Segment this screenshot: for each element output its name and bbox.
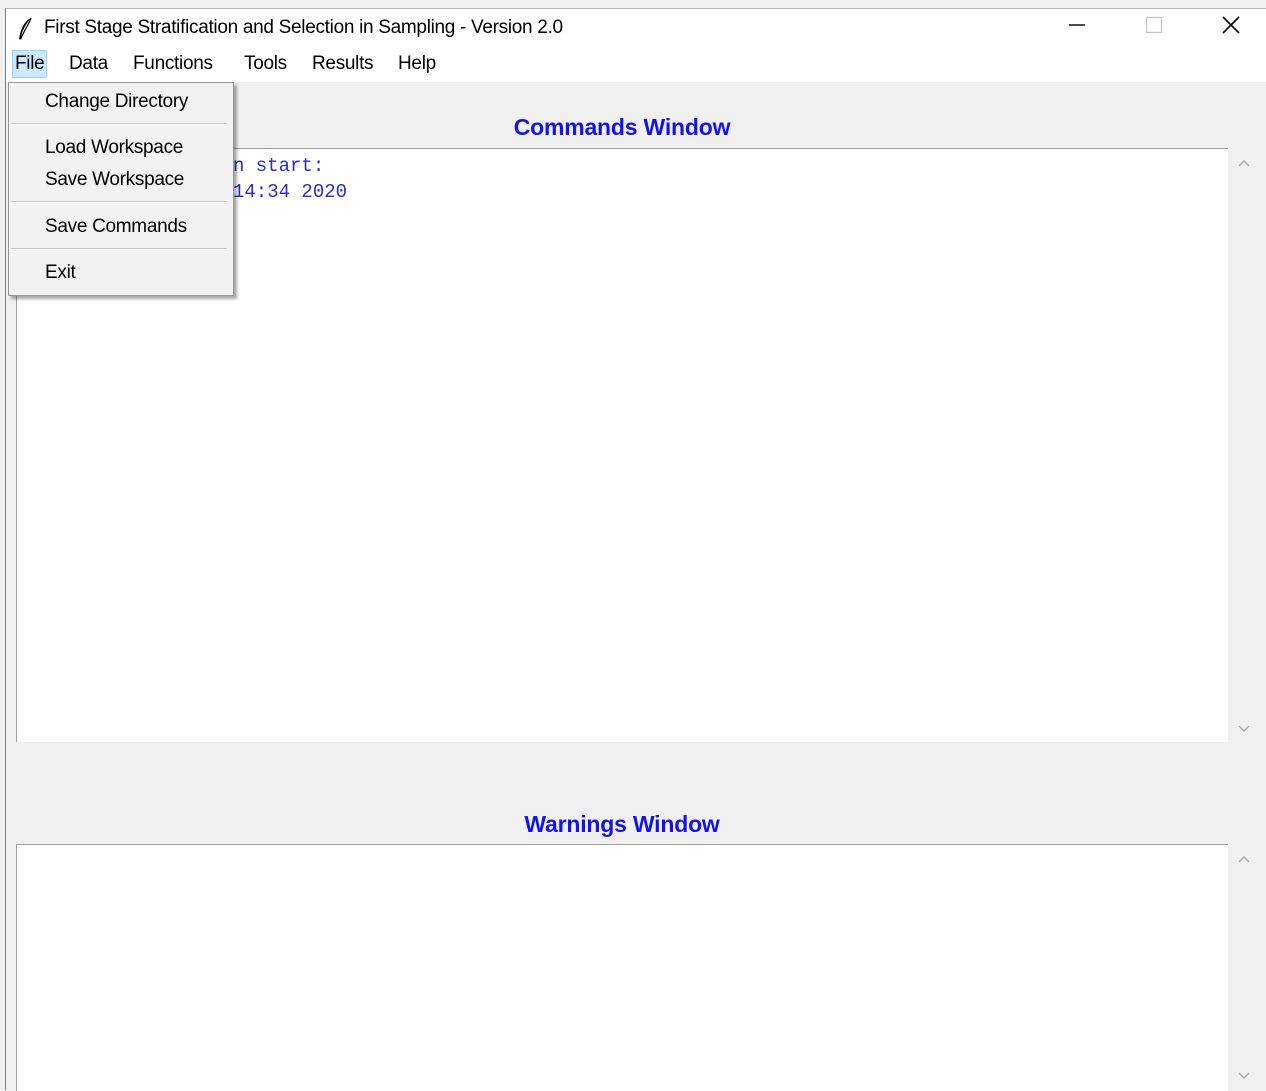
- menu-results[interactable]: Results: [310, 51, 375, 77]
- close-icon: [1221, 15, 1241, 40]
- maximize-button[interactable]: [1119, 8, 1189, 46]
- commands-scroll-down[interactable]: [1234, 720, 1254, 740]
- feather-icon: [16, 17, 34, 40]
- window-title: First Stage Stratification and Selection…: [44, 17, 563, 38]
- commands-window-title: Commands Window: [513, 114, 731, 140]
- menu-separator: [11, 248, 227, 250]
- menu-item-change-directory[interactable]: Change Directory: [45, 91, 188, 113]
- menu-item-exit[interactable]: Exit: [45, 262, 76, 284]
- close-button[interactable]: [1196, 8, 1266, 46]
- title-bar[interactable]: First Stage Stratification and Selection…: [6, 8, 1266, 46]
- menu-item-save-workspace[interactable]: Save Workspace: [45, 169, 184, 191]
- menu-functions[interactable]: Functions: [131, 51, 215, 77]
- chevron-down-icon: [1237, 1068, 1251, 1086]
- menu-item-load-workspace[interactable]: Load Workspace: [45, 137, 183, 159]
- commands-line: n start:: [233, 155, 325, 177]
- chevron-up-icon: [1237, 155, 1251, 173]
- menu-data[interactable]: Data: [67, 51, 110, 77]
- menu-help[interactable]: Help: [396, 51, 438, 77]
- menu-separator: [11, 201, 227, 203]
- title-border: [6, 8, 1266, 9]
- warnings-window-title: Warnings Window: [524, 811, 720, 837]
- menu-item-save-commands[interactable]: Save Commands: [45, 216, 187, 238]
- menu-tools[interactable]: Tools: [242, 51, 289, 77]
- menu-file[interactable]: File: [12, 50, 48, 78]
- chevron-up-icon: [1237, 851, 1251, 869]
- app-window: First Stage Stratification and Selection…: [0, 0, 1266, 1091]
- warnings-scroll-up[interactable]: [1234, 850, 1254, 870]
- warnings-scroll-down[interactable]: [1234, 1067, 1254, 1087]
- chevron-down-icon: [1237, 721, 1251, 739]
- menu-separator: [11, 123, 227, 125]
- commands-log: n start: 14:34 2020: [233, 153, 347, 205]
- minimize-icon: [1068, 16, 1086, 39]
- commands-scroll-up[interactable]: [1234, 154, 1254, 174]
- window-border: [5, 8, 6, 1090]
- file-menu-dropdown: Change Directory Load Workspace Save Wor…: [8, 82, 234, 296]
- minimize-button[interactable]: [1042, 8, 1112, 46]
- commands-line: 14:34 2020: [233, 181, 348, 203]
- menu-bar: File Data Functions Tools Results Help: [6, 46, 1266, 82]
- maximize-icon: [1145, 16, 1163, 39]
- warnings-textbox[interactable]: [16, 844, 1228, 1091]
